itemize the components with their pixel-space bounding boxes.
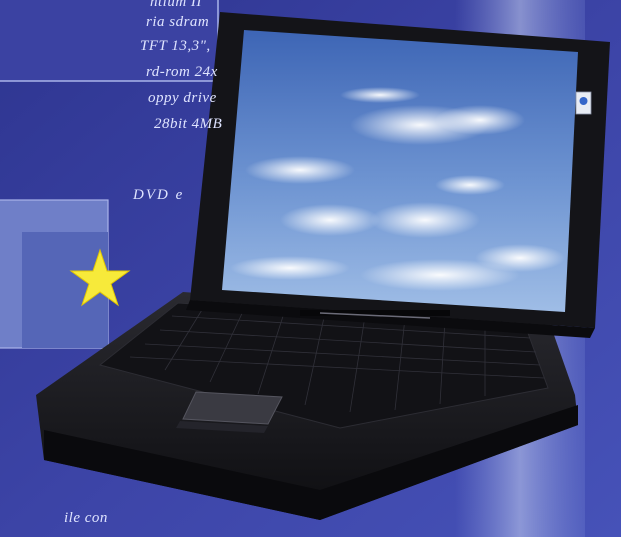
- spec-line-memory: ria sdram: [146, 14, 210, 30]
- spec-line-video: 28bit 4MB: [154, 116, 223, 132]
- spec-line-dvd: DVD e: [133, 187, 185, 203]
- spec-line-cpu: ntium II: [150, 0, 202, 10]
- footer-text: ile con: [64, 510, 108, 526]
- spec-line-floppy: oppy drive: [148, 90, 217, 106]
- spec-line-cdrom: rd-rom 24x: [146, 64, 218, 80]
- spec-line-display: TFT 13,3",: [140, 38, 211, 54]
- laptop-advertisement-scene: [0, 0, 621, 537]
- touchpad: [182, 391, 283, 425]
- sticker-logo-icon: [579, 97, 588, 105]
